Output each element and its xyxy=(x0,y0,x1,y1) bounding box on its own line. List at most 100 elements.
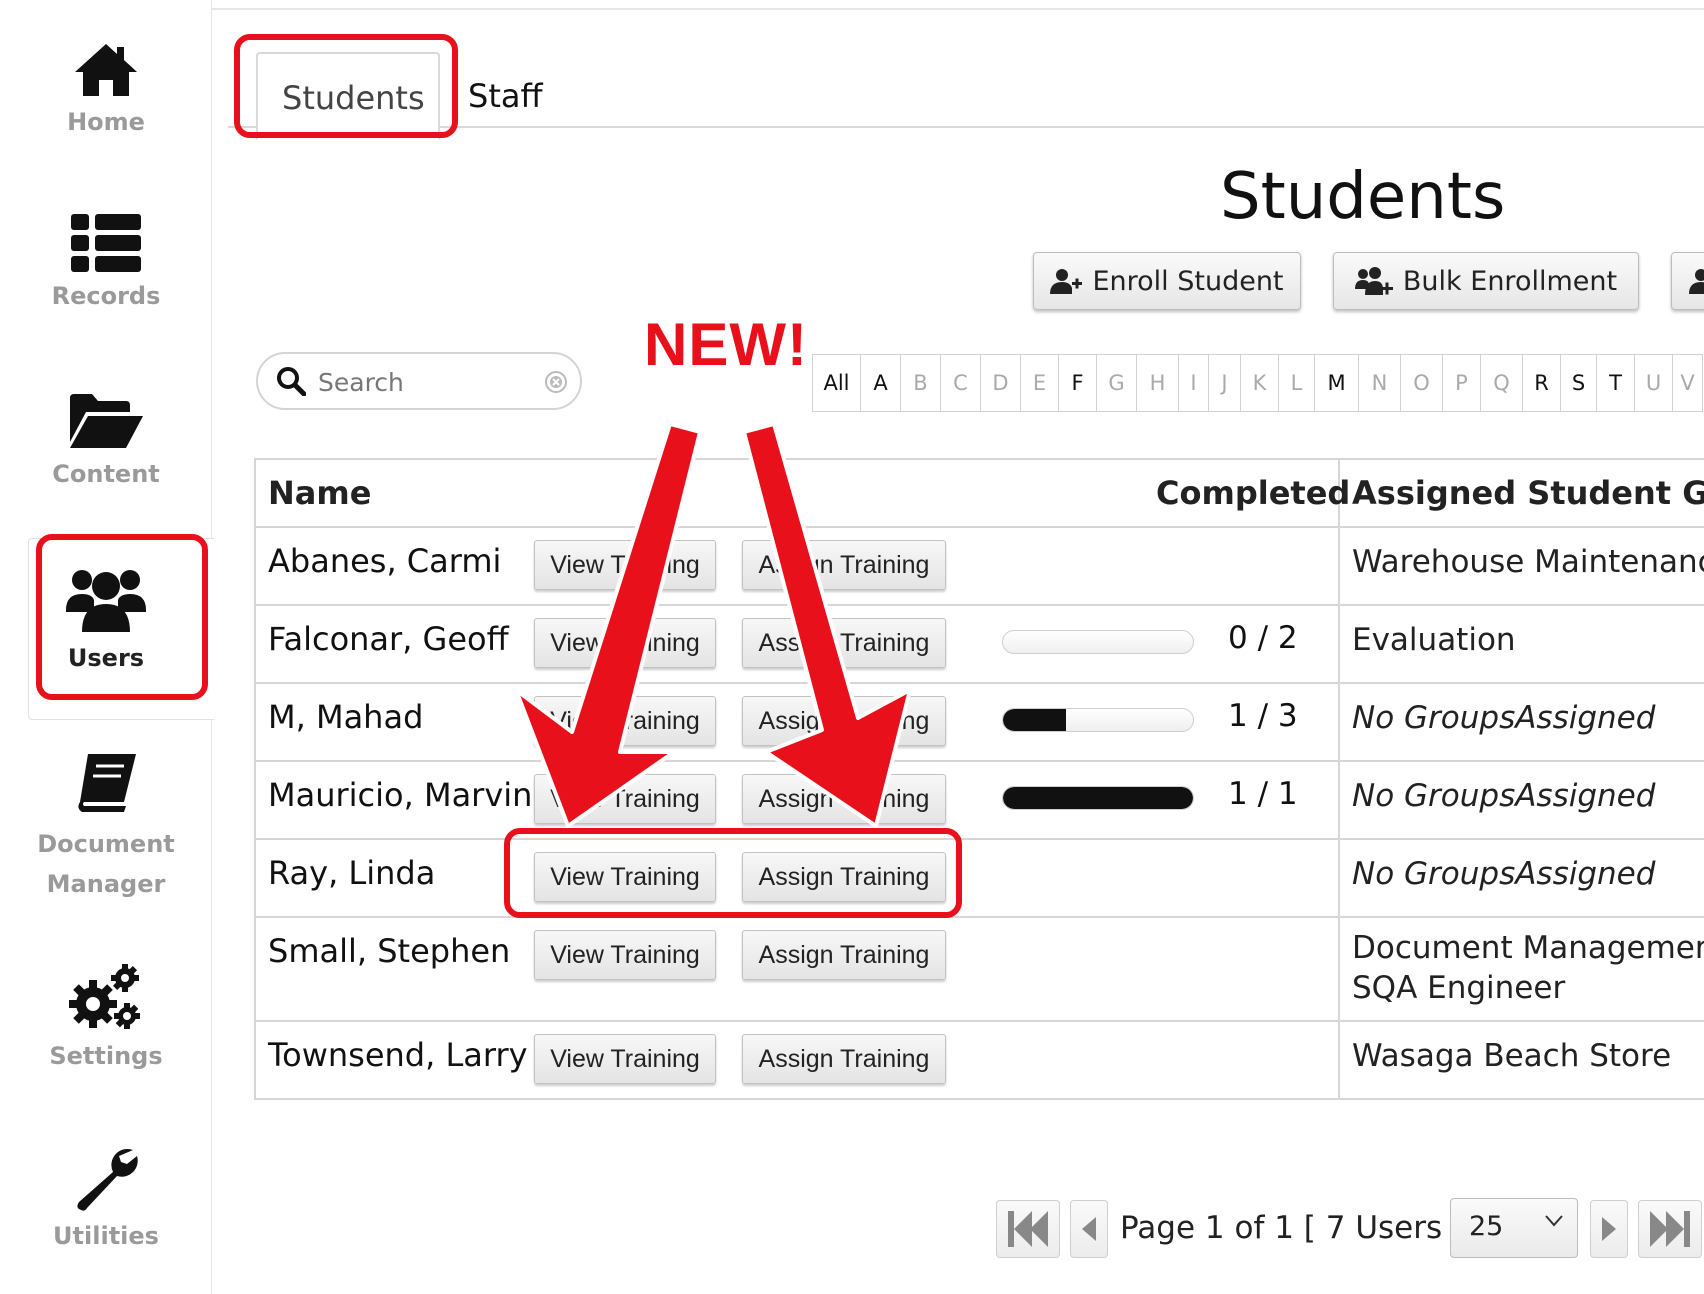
view-training-button[interactable]: View Training xyxy=(534,540,716,590)
sidebar-item-utilities[interactable]: Utilities xyxy=(14,1146,198,1250)
student-name: Abanes, Carmi xyxy=(268,542,502,580)
letter-m[interactable]: M xyxy=(1315,355,1359,411)
page-title: Students xyxy=(1220,160,1506,234)
user-icon xyxy=(1689,269,1704,294)
tab-students[interactable]: Students xyxy=(256,52,440,140)
letter-e[interactable]: E xyxy=(1021,355,1059,411)
letter-t[interactable]: T xyxy=(1597,355,1635,411)
view-training-button[interactable]: View Training xyxy=(534,774,716,824)
letter-j[interactable]: J xyxy=(1209,355,1241,411)
students-table: Name Completed Assigned Student Grou Aba… xyxy=(254,458,1704,1100)
letter-o[interactable]: O xyxy=(1401,355,1443,411)
completion-progress-bar xyxy=(1002,708,1194,732)
sidebar-item-label: Home xyxy=(67,108,145,136)
users-plus-icon xyxy=(1354,267,1393,295)
assign-training-button[interactable]: Assign Training xyxy=(742,930,946,980)
folder-open-icon xyxy=(70,394,143,448)
search-box xyxy=(256,352,582,410)
completion-progress-bar xyxy=(1002,630,1194,654)
sidebar-item-content[interactable]: Content xyxy=(14,392,198,488)
sidebar-item-document-manager[interactable]: Document Manager xyxy=(14,752,198,904)
sidebar-item-label: Utilities xyxy=(53,1222,159,1250)
letter-h[interactable]: H xyxy=(1137,355,1179,411)
user-plus-icon xyxy=(1050,269,1083,294)
assigned-group: No GroupsAssigned xyxy=(1352,856,1656,892)
sidebar-item-home[interactable]: Home xyxy=(14,42,198,136)
assign-training-button[interactable]: Assign Training xyxy=(742,852,946,902)
completion-ratio: 1 / 1 xyxy=(1228,776,1298,812)
assigned-group: Evaluation xyxy=(1352,622,1516,658)
assign-training-button[interactable]: Assign Training xyxy=(742,774,946,824)
completion-ratio: 0 / 2 xyxy=(1228,620,1298,656)
assign-training-button[interactable]: Assign Training xyxy=(742,696,946,746)
progress-fill xyxy=(1003,709,1067,731)
letter-l[interactable]: L xyxy=(1279,355,1315,411)
view-training-button[interactable]: View Training xyxy=(534,618,716,668)
tab-staff[interactable]: Staff xyxy=(456,52,555,140)
letter-d[interactable]: D xyxy=(981,355,1021,411)
page-size-value: 25 xyxy=(1469,1211,1504,1242)
letter-s[interactable]: S xyxy=(1561,355,1597,411)
wrench-icon xyxy=(77,1148,138,1211)
page-size-select[interactable]: 25 xyxy=(1450,1198,1578,1258)
completion-progress-bar xyxy=(1002,786,1194,810)
enroll-student-label: Enroll Student xyxy=(1092,265,1284,297)
letter-u[interactable]: U xyxy=(1635,355,1673,411)
sidebar-item-label: Document xyxy=(37,830,175,858)
letter-r[interactable]: R xyxy=(1523,355,1561,411)
letter-k[interactable]: K xyxy=(1241,355,1279,411)
sidebar-item-users[interactable]: Users xyxy=(14,566,198,672)
more-toolbar-button[interactable] xyxy=(1671,252,1704,310)
progress-fill xyxy=(1003,787,1193,809)
clear-search-icon[interactable] xyxy=(544,370,568,394)
view-training-button[interactable]: View Training xyxy=(534,930,716,980)
completion-ratio: 1 / 3 xyxy=(1228,698,1298,734)
letter-v[interactable]: V xyxy=(1673,355,1703,411)
view-training-button[interactable]: View Training xyxy=(534,1034,716,1084)
previous-page-button[interactable] xyxy=(1070,1200,1108,1258)
letter-p[interactable]: P xyxy=(1443,355,1481,411)
alphabet-filter: All A B C D E F G H I J K L M N O P Q R … xyxy=(812,354,1703,412)
column-header-name[interactable]: Name xyxy=(268,474,371,512)
letter-g[interactable]: G xyxy=(1097,355,1137,411)
chevron-down-icon xyxy=(1545,1215,1563,1227)
letter-i[interactable]: I xyxy=(1179,355,1209,411)
table-row: Falconar, Geoff View Training Assign Tra… xyxy=(256,606,1704,684)
next-page-button[interactable] xyxy=(1590,1200,1628,1258)
table-row: Small, Stephen View Training Assign Trai… xyxy=(256,918,1704,1022)
letter-all[interactable]: All xyxy=(813,355,861,411)
bulk-enrollment-button[interactable]: Bulk Enrollment xyxy=(1333,252,1639,310)
letter-n[interactable]: N xyxy=(1359,355,1401,411)
sidebar: Home Records Content Users Document Mana… xyxy=(0,0,214,1294)
table-row: Abanes, Carmi View Training Assign Train… xyxy=(256,528,1704,606)
letter-a[interactable]: A xyxy=(861,355,901,411)
next-icon xyxy=(1602,1217,1616,1241)
table-row: Ray, Linda View Training Assign Training… xyxy=(256,840,1704,918)
column-header-completed[interactable]: Completed xyxy=(1156,474,1350,512)
letter-b[interactable]: B xyxy=(901,355,941,411)
table-header-row: Name Completed Assigned Student Grou xyxy=(256,460,1704,528)
letter-q[interactable]: Q xyxy=(1481,355,1523,411)
assign-training-button[interactable]: Assign Training xyxy=(742,618,946,668)
search-input[interactable] xyxy=(316,364,536,400)
letter-c[interactable]: C xyxy=(941,355,981,411)
table-row: Mauricio, Marvin View Training Assign Tr… xyxy=(256,762,1704,840)
view-training-button[interactable]: View Training xyxy=(534,852,716,902)
sidebar-item-settings[interactable]: Settings xyxy=(14,962,198,1070)
last-page-button[interactable] xyxy=(1638,1200,1702,1258)
assigned-group: Document Management xyxy=(1352,930,1704,966)
assign-training-button[interactable]: Assign Training xyxy=(742,1034,946,1084)
letter-f[interactable]: F xyxy=(1059,355,1097,411)
previous-icon xyxy=(1082,1217,1096,1241)
assign-training-button[interactable]: Assign Training xyxy=(742,540,946,590)
table-row: M, Mahad View Training Assign Training 1… xyxy=(256,684,1704,762)
new-annotation-label: NEW! xyxy=(644,311,808,378)
first-page-button[interactable] xyxy=(996,1200,1060,1258)
sidebar-item-records[interactable]: Records xyxy=(14,214,198,310)
enroll-student-button[interactable]: Enroll Student xyxy=(1033,252,1301,310)
sidebar-item-label: Records xyxy=(51,282,161,310)
search-icon xyxy=(277,367,306,396)
view-training-button[interactable]: View Training xyxy=(534,696,716,746)
column-header-groups[interactable]: Assigned Student Grou xyxy=(1352,474,1704,512)
table-row: Townsend, Larry View Training Assign Tra… xyxy=(256,1022,1704,1100)
